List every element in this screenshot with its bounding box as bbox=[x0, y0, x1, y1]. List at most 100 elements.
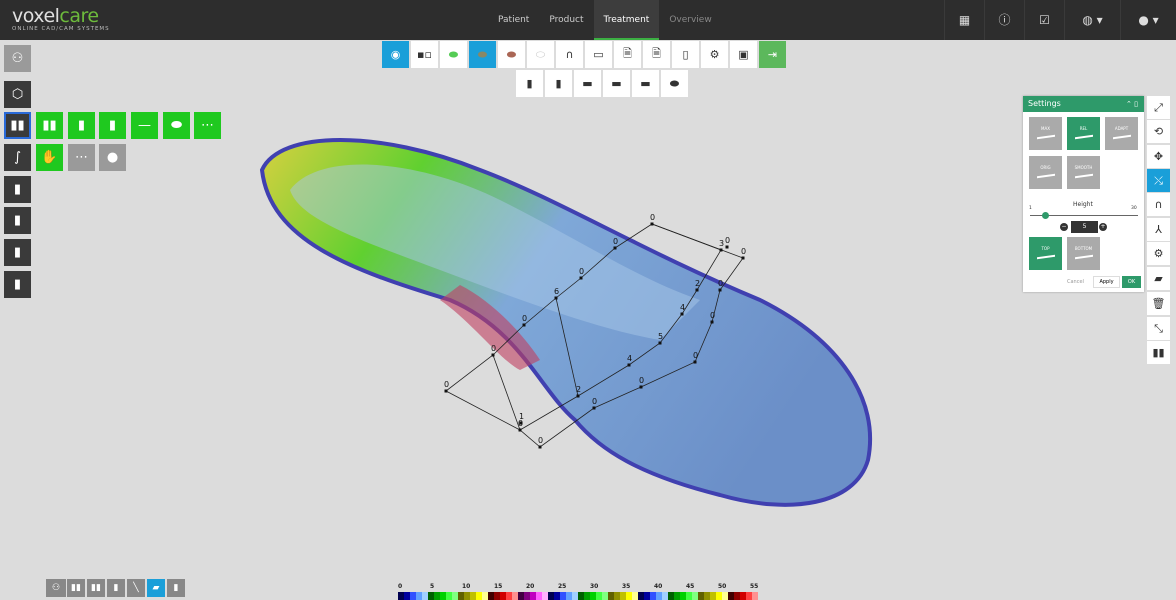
bottom-outline-icon[interactable]: ▮▮ bbox=[87, 579, 105, 597]
control-point[interactable] bbox=[693, 360, 697, 364]
height-label: Height bbox=[1073, 201, 1093, 208]
bottom-foot-icon[interactable]: ▮ bbox=[167, 579, 185, 597]
slider-max: 30 bbox=[1131, 206, 1137, 211]
control-point[interactable] bbox=[579, 276, 583, 280]
control-point[interactable] bbox=[444, 389, 448, 393]
measure-label: 6 bbox=[554, 287, 559, 296]
slider-handle[interactable] bbox=[1042, 212, 1050, 219]
measure-label: 0 bbox=[491, 344, 496, 353]
decrease-button[interactable]: − bbox=[1060, 223, 1068, 231]
control-point[interactable] bbox=[658, 341, 662, 345]
side-top[interactable]: TOP bbox=[1029, 237, 1062, 270]
split-icon[interactable]: ⅄ bbox=[1147, 218, 1170, 241]
color-scale-label: 25 bbox=[558, 583, 567, 590]
color-scale-label: 40 bbox=[654, 583, 663, 590]
mode-smooth[interactable]: SMOOTH bbox=[1067, 156, 1100, 189]
increase-button[interactable]: + bbox=[1099, 223, 1107, 231]
color-scale-label: 45 bbox=[686, 583, 695, 590]
measure-label: 0 bbox=[650, 213, 655, 222]
gear-settings-icon[interactable]: ⚙ bbox=[1147, 242, 1170, 265]
measure-label: 3 bbox=[719, 239, 724, 248]
mode-adapt[interactable]: ADAPT bbox=[1105, 117, 1138, 150]
measure-label: 2 bbox=[695, 279, 700, 288]
mode-rel[interactable]: REL bbox=[1067, 117, 1100, 150]
measure-label: 2 bbox=[576, 385, 581, 394]
control-point[interactable] bbox=[522, 323, 526, 327]
control-point[interactable] bbox=[519, 421, 523, 425]
control-point[interactable] bbox=[538, 445, 542, 449]
bottom-feet-icon[interactable]: ⚇ bbox=[46, 579, 66, 597]
measure-label: 4 bbox=[627, 354, 632, 363]
color-scale-label: 30 bbox=[590, 583, 599, 590]
height-slider[interactable] bbox=[1030, 212, 1138, 219]
bottom-3d-icon[interactable]: ▰ bbox=[147, 579, 165, 597]
color-scale-label: 55 bbox=[750, 583, 759, 590]
measure-label: 0 bbox=[538, 436, 543, 445]
control-point[interactable] bbox=[554, 296, 558, 300]
measure-label: 4 bbox=[680, 303, 685, 312]
measure-label: 0 bbox=[613, 237, 618, 246]
control-point[interactable] bbox=[650, 222, 654, 226]
trash-icon[interactable]: 🗑 bbox=[1147, 292, 1170, 315]
measure-label: 0 bbox=[741, 247, 746, 256]
control-point[interactable] bbox=[613, 246, 617, 250]
measure-label: 1 bbox=[519, 412, 524, 421]
color-scale-label: 50 bbox=[718, 583, 727, 590]
slider-min: 1 bbox=[1029, 206, 1032, 211]
bottom-pair-icon[interactable]: ▮▮ bbox=[67, 579, 85, 597]
rotate-icon[interactable]: ⟲ bbox=[1147, 120, 1170, 143]
feet-pair-icon[interactable]: ▮▮ bbox=[1147, 341, 1170, 364]
control-point[interactable] bbox=[710, 320, 714, 324]
settings-title: Settings bbox=[1028, 99, 1061, 108]
measure-label: 0 bbox=[693, 351, 698, 360]
control-point[interactable] bbox=[680, 312, 684, 316]
measure-label: 0 bbox=[444, 380, 449, 389]
color-scale-label: 35 bbox=[622, 583, 631, 590]
control-point[interactable] bbox=[627, 363, 631, 367]
control-point[interactable] bbox=[695, 288, 699, 292]
measure-label: 0 bbox=[579, 267, 584, 276]
measure-label: 0 bbox=[592, 397, 597, 406]
measure-label: 5 bbox=[658, 332, 663, 341]
scale-icon[interactable]: ⤢ bbox=[1147, 96, 1170, 119]
color-swatch bbox=[752, 592, 758, 600]
mode-max[interactable]: MAX bbox=[1029, 117, 1062, 150]
control-point[interactable] bbox=[518, 428, 522, 432]
control-point[interactable] bbox=[592, 406, 596, 410]
color-scale-label: 10 bbox=[462, 583, 471, 590]
curve-edit-icon[interactable]: ⤯ bbox=[1147, 169, 1170, 192]
color-scale-label: 0 bbox=[398, 583, 403, 590]
move-icon[interactable]: ✥ bbox=[1147, 145, 1170, 168]
control-point[interactable] bbox=[719, 248, 723, 252]
insole-viewport[interactable]: 00060000102040504020300 bbox=[0, 0, 1176, 600]
cancel-button[interactable]: Cancel bbox=[1067, 279, 1084, 285]
measure-label: 0 bbox=[718, 279, 723, 288]
height-input[interactable]: 5 bbox=[1071, 221, 1098, 233]
color-scale bbox=[398, 592, 758, 600]
apply-button[interactable]: Apply bbox=[1093, 276, 1120, 288]
side-bottom[interactable]: BOTTOM bbox=[1067, 237, 1100, 270]
control-point[interactable] bbox=[741, 256, 745, 260]
settings-panel: Settings ⌃ ▯ MAX REL ADAPT ORIG SMOOTH He… bbox=[1023, 96, 1144, 292]
control-point[interactable] bbox=[718, 288, 722, 292]
color-scale-label: 20 bbox=[526, 583, 535, 590]
control-point[interactable] bbox=[639, 385, 643, 389]
bottom-single-icon[interactable]: ▮ bbox=[107, 579, 125, 597]
control-point[interactable] bbox=[491, 353, 495, 357]
settings-header: Settings ⌃ ▯ bbox=[1023, 96, 1144, 112]
mirror-icon[interactable]: ⤡ bbox=[1147, 317, 1170, 340]
measure-label: 0 bbox=[725, 236, 730, 245]
folder-icon[interactable]: ▰ bbox=[1147, 267, 1170, 290]
mode-orig[interactable]: ORIG bbox=[1029, 156, 1062, 189]
control-point[interactable] bbox=[725, 245, 729, 249]
ok-button[interactable]: OK bbox=[1122, 276, 1141, 288]
bottom-diagonal-icon[interactable]: ╲ bbox=[127, 579, 145, 597]
measure-label: 0 bbox=[639, 376, 644, 385]
arch-icon[interactable]: ∩ bbox=[1147, 193, 1170, 216]
collapse-icon[interactable]: ⌃ ▯ bbox=[1126, 96, 1138, 112]
color-scale-label: 5 bbox=[430, 583, 435, 590]
measure-label: 0 bbox=[710, 311, 715, 320]
color-scale-label: 15 bbox=[494, 583, 503, 590]
measure-label: 0 bbox=[522, 314, 527, 323]
control-point[interactable] bbox=[576, 394, 580, 398]
